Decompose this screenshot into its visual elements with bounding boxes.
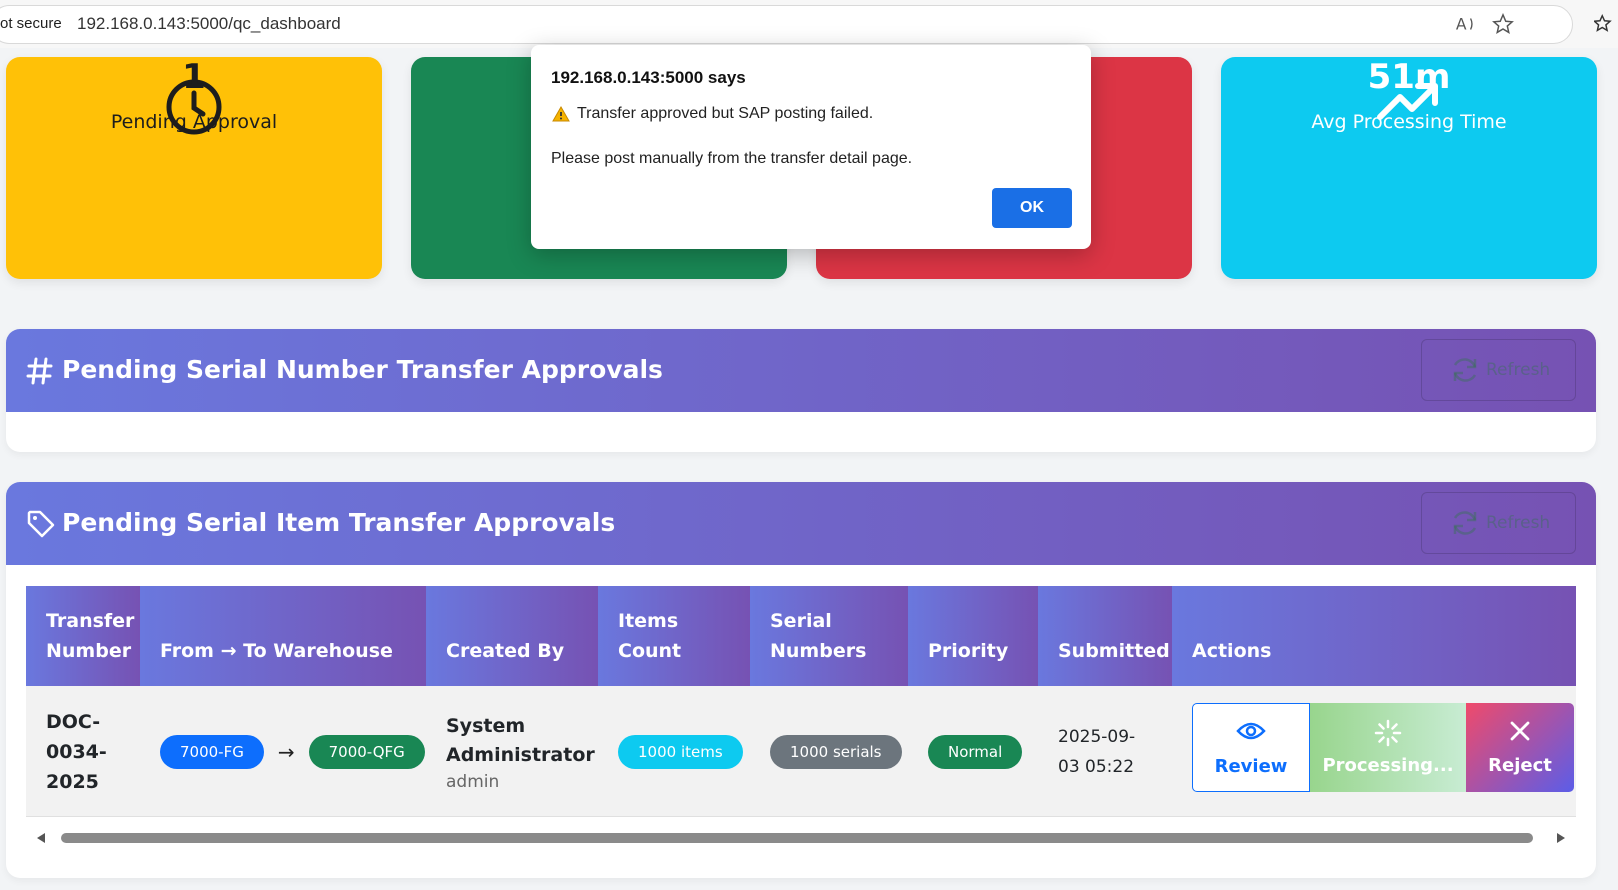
- panel-title: Pending Serial Number Transfer Approvals: [62, 355, 663, 384]
- column-header[interactable]: From → To Warehouse: [140, 586, 426, 686]
- approvals-table: Transfer Number From → To Warehouse Crea…: [26, 586, 1576, 817]
- created-by-cell: System Administrator admin: [426, 686, 598, 817]
- arrow-right-icon: →: [277, 739, 295, 764]
- horizontal-scrollbar[interactable]: [26, 827, 1576, 847]
- submitted-date: 2025-09-03 05:22: [1058, 726, 1136, 777]
- panel-header: Pending Serial Number Transfer Approvals…: [6, 329, 1596, 412]
- priority-badge: Normal: [928, 734, 1023, 769]
- priority-cell: Normal: [908, 686, 1038, 817]
- to-warehouse-badge: 7000-QFG: [308, 734, 425, 769]
- svg-text:A: A: [1456, 16, 1467, 34]
- column-header[interactable]: Items Count: [598, 586, 750, 686]
- column-header[interactable]: Priority: [908, 586, 1038, 686]
- warning-icon: [552, 106, 570, 122]
- panel-title: Pending Serial Item Transfer Approvals: [62, 508, 616, 537]
- scrollbar-thumb[interactable]: [61, 833, 1533, 843]
- favorites-icon[interactable]: [1594, 13, 1616, 35]
- browser-toolbar: ot secure 192.168.0.143:5000/qc_dashboar…: [0, 0, 1618, 48]
- items-count-badge: 1000 items: [618, 734, 743, 769]
- column-header[interactable]: Actions: [1172, 586, 1576, 686]
- column-header[interactable]: Transfer Number: [26, 586, 140, 686]
- tag-icon: [27, 510, 55, 538]
- column-header[interactable]: Submitted: [1038, 586, 1172, 686]
- stat-label: Avg Processing Time: [1311, 111, 1507, 133]
- close-icon: [1510, 721, 1530, 741]
- dialog-message-detail: Please post manually from the transfer d…: [551, 150, 913, 167]
- table-row: DOC-0034-2025 7000-FG → 7000-QFG System …: [26, 686, 1576, 817]
- from-warehouse-badge: 7000-FG: [160, 734, 264, 769]
- alert-dialog: 192.168.0.143:5000 says Transfer approve…: [531, 45, 1091, 249]
- column-header[interactable]: Serial Numbers: [750, 586, 908, 686]
- processing-label: Processing...: [1322, 755, 1454, 776]
- table-header: Transfer Number From → To Warehouse Crea…: [26, 586, 1576, 686]
- stat-value: 1: [182, 57, 206, 97]
- stat-label: Pending Approval: [110, 111, 278, 133]
- panel-header: Pending Serial Item Transfer Approvals R…: [6, 482, 1596, 565]
- refresh-label: Refresh: [1486, 513, 1551, 533]
- stat-value: 51m: [1367, 57, 1451, 97]
- ok-button[interactable]: OK: [992, 188, 1072, 228]
- dialog-title: 192.168.0.143:5000 says: [551, 68, 746, 87]
- hash-icon: [26, 357, 53, 385]
- scroll-right-icon[interactable]: [1556, 832, 1566, 844]
- serials-cell: 1000 serials: [750, 686, 908, 817]
- stat-card-pending: 1 Pending Approval: [6, 57, 382, 279]
- processing-button[interactable]: Processing...: [1310, 703, 1466, 792]
- reject-button[interactable]: Reject: [1466, 703, 1574, 792]
- creator-username: admin: [446, 771, 500, 792]
- dialog-message: Transfer approved but SAP posting failed…: [577, 105, 874, 122]
- url-text[interactable]: 192.168.0.143:5000/qc_dashboard: [77, 14, 341, 34]
- refresh-button[interactable]: Refresh: [1421, 492, 1576, 554]
- favorite-star-icon[interactable]: [1492, 13, 1514, 35]
- review-button[interactable]: Review: [1192, 703, 1310, 792]
- warehouse-cell: 7000-FG → 7000-QFG: [140, 686, 426, 817]
- serial-item-approvals-panel: Pending Serial Item Transfer Approvals R…: [6, 482, 1596, 878]
- scroll-left-icon[interactable]: [36, 832, 46, 844]
- spinner-icon: [1374, 719, 1402, 747]
- serials-count-badge: 1000 serials: [770, 734, 902, 769]
- serial-number-approvals-panel: Pending Serial Number Transfer Approvals…: [6, 329, 1596, 452]
- stat-card-avg-time: 51m Avg Processing Time: [1221, 57, 1597, 279]
- eye-icon: [1236, 722, 1266, 740]
- read-aloud-icon[interactable]: A: [1455, 13, 1477, 35]
- refresh-icon: [1453, 358, 1477, 382]
- refresh-button[interactable]: Refresh: [1421, 339, 1576, 401]
- transfer-number: DOC-0034-2025: [46, 710, 107, 793]
- column-header[interactable]: Created By: [426, 586, 598, 686]
- refresh-label: Refresh: [1486, 360, 1551, 380]
- reject-label: Reject: [1488, 755, 1552, 776]
- refresh-icon: [1453, 511, 1477, 535]
- review-label: Review: [1214, 756, 1288, 777]
- creator-name: System Administrator: [446, 714, 595, 766]
- items-count-cell: 1000 items: [598, 686, 750, 817]
- security-indicator[interactable]: ot secure: [0, 15, 62, 32]
